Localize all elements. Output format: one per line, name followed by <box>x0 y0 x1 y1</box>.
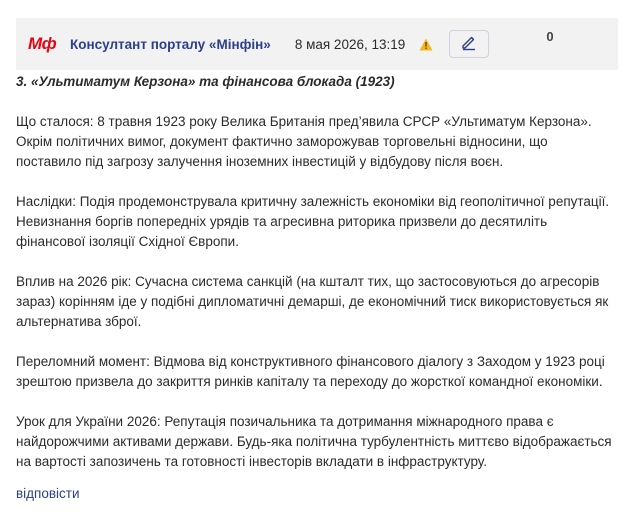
post-heading: 3. «Ультиматум Керзона» та фінансова бло… <box>16 74 395 89</box>
reply-count-badge: 0 <box>522 18 578 54</box>
minfin-logo: Мф <box>28 34 57 53</box>
paragraph-what-happened: Що сталося: 8 травня 1923 року Велика Бр… <box>16 114 592 169</box>
edit-button[interactable] <box>449 30 490 58</box>
paragraph-impact-2026: Вплив на 2026 рік: Сучасна система санкц… <box>16 274 609 329</box>
post-header: Мф Консултант порталу «Мінфін» 8 мая 202… <box>16 18 618 70</box>
paragraph-lesson: Урок для України 2026: Репутація позичал… <box>16 414 612 469</box>
warning-icon[interactable] <box>419 38 433 51</box>
pencil-icon <box>460 33 478 56</box>
reply-link[interactable]: відповісти <box>16 486 80 501</box>
post-datetime: 8 мая 2026, 13:19 <box>294 36 406 52</box>
post-content: 3. «Ультиматум Керзона» та фінансова бло… <box>16 72 616 492</box>
paragraph-consequences: Наслідки: Подія продемонструвала критичн… <box>16 194 610 249</box>
paragraph-turning-point: Переломний момент: Відмова від конструкт… <box>16 354 605 389</box>
author-link[interactable]: Консултант порталу «Мінфін» <box>70 37 271 52</box>
